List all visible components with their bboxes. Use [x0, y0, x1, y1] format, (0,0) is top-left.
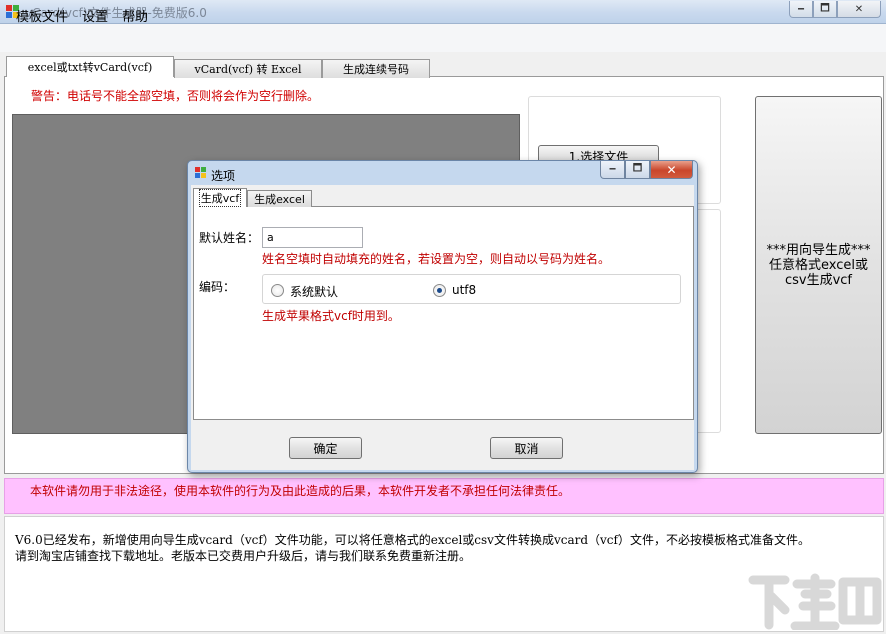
dialog-icon [195, 167, 207, 179]
menu-template-file[interactable]: 模板文件 [16, 6, 68, 25]
encoding-system-default-radio[interactable] [271, 284, 284, 297]
menu-bar [0, 24, 886, 52]
encoding-system-default-label[interactable]: 系统默认 [290, 283, 338, 300]
dialog-tab-generate-vcf-label: 生成vcf [198, 189, 242, 207]
default-name-hint: 姓名空填时自动填充的姓名，若设置为空，则自动以号码为姓名。 [262, 252, 611, 266]
cancel-button[interactable]: 取消 [490, 437, 563, 459]
tab-vcard-to-excel[interactable]: vCard(vcf) 转 Excel [174, 59, 322, 78]
tab-excel-txt-to-vcard[interactable]: excel或txt转vCard(vcf) [6, 56, 174, 77]
default-name-label: 默认姓名： [199, 231, 260, 245]
info-text-line-1: V6.0已经发布，新增使用向导生成vcard（vcf）文件功能，可以将任意格式的… [15, 533, 810, 547]
maximize-button[interactable]: 🗖 [813, 1, 837, 18]
watermark-logo [748, 573, 882, 630]
encoding-utf8-radio[interactable] [433, 284, 446, 297]
dialog-maximize-button[interactable]: 🗖 [625, 161, 650, 179]
default-name-input[interactable] [262, 227, 363, 248]
encoding-utf8-label[interactable]: utf8 [452, 283, 476, 297]
info-text-line-2: 请到淘宝店铺查找下载地址。老版本已交费用户升级后，请与我们联系免费重新注册。 [15, 549, 472, 563]
tab-generate-serial-numbers[interactable]: 生成连续号码 [322, 59, 430, 78]
apple-format-hint: 生成苹果格式vcf时用到。 [262, 309, 400, 323]
dialog-tab-generate-excel[interactable]: 生成excel [247, 190, 312, 207]
dialog-title: 选项 [211, 169, 236, 183]
warning-text: 警告：电话号不能全部空填，否则将会作为空行删除。 [31, 89, 320, 103]
close-button[interactable]: ✕ [837, 1, 881, 18]
wizard-generate-button[interactable]: ***用向导生成*** 任意格式excel或 csv生成vcf [755, 96, 882, 434]
wizard-button-line-2: 任意格式excel或 [769, 257, 868, 273]
wizard-button-line-3: csv生成vcf [784, 272, 853, 288]
dialog-tab-generate-vcf[interactable]: 生成vcf [193, 188, 247, 207]
minimize-button[interactable]: 🗕 [789, 1, 813, 18]
dialog-minimize-button[interactable]: 🗕 [600, 161, 625, 179]
menu-help[interactable]: 帮助 [122, 6, 148, 25]
legal-notice-text: 本软件请勿用于非法途径，使用本软件的行为及由此造成的后果，本软件开发者不承担任何… [30, 484, 571, 498]
wizard-button-line-1: ***用向导生成*** [766, 242, 871, 258]
menu-settings[interactable]: 设置 [82, 6, 108, 25]
ok-button[interactable]: 确定 [289, 437, 362, 459]
encoding-label: 编码： [199, 280, 236, 294]
dialog-close-button[interactable]: ✕ [650, 161, 693, 179]
